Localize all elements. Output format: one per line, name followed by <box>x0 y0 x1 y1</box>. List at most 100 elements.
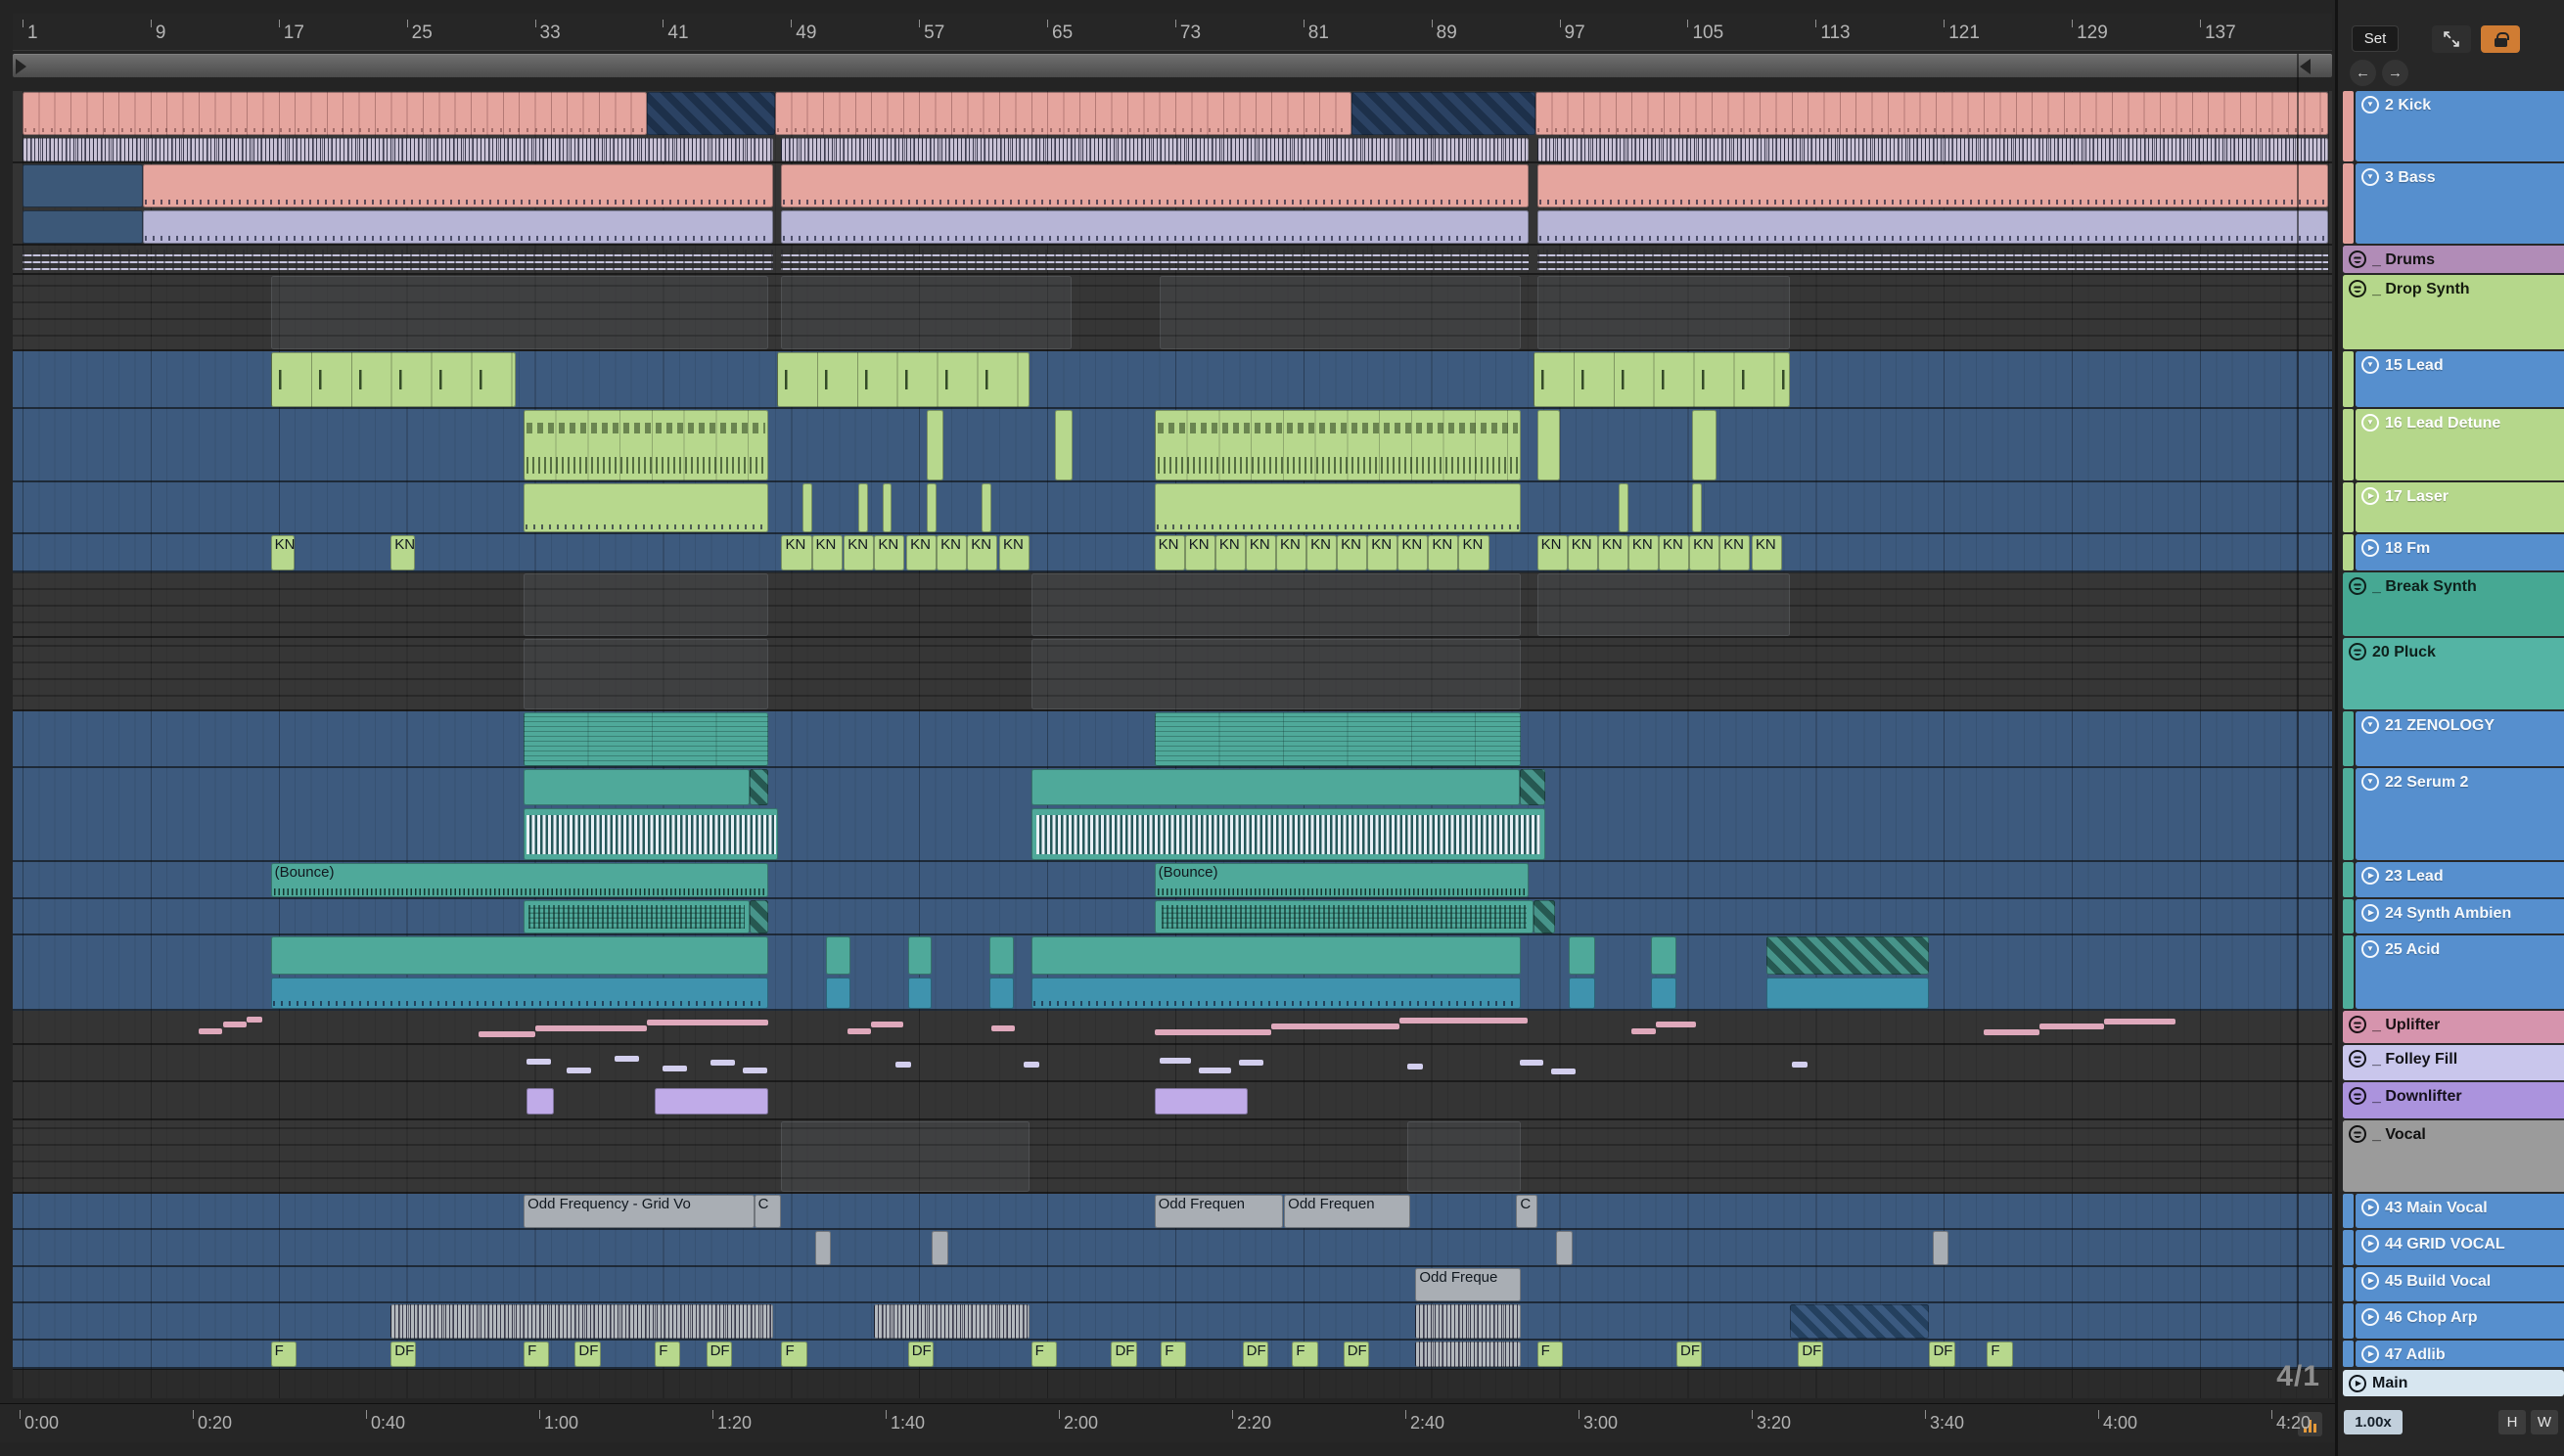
clip[interactable]: DF <box>1675 1342 1703 1367</box>
clip[interactable]: KN <box>390 535 415 570</box>
bar-ruler[interactable]: 1 9 17 25 33 41 49 57 65 73 81 89 97 105 113 121 129 137 <box>13 14 2332 51</box>
clip[interactable] <box>1154 1029 1272 1036</box>
clip[interactable]: KN <box>874 535 905 570</box>
clip[interactable] <box>1535 92 2328 135</box>
clip[interactable]: KN <box>937 535 968 570</box>
clip[interactable] <box>1765 936 1930 976</box>
clip[interactable]: Odd Frequen <box>1154 1195 1283 1228</box>
clip[interactable] <box>1415 1342 1522 1367</box>
clip[interactable]: KN <box>906 535 938 570</box>
clip[interactable]: F <box>524 1342 550 1367</box>
track-header-downlifter[interactable]: _ Downlifter <box>2343 1082 2564 1118</box>
group-icon[interactable] <box>2349 1087 2366 1105</box>
group-icon[interactable] <box>2349 643 2366 660</box>
clip[interactable] <box>1415 1304 1522 1339</box>
clip[interactable] <box>1199 1067 1232 1073</box>
track-header-build-vocal-45[interactable]: ▶ 45 Build Vocal <box>2356 1267 2564 1301</box>
clip[interactable] <box>647 92 775 135</box>
track-lane-lead-23[interactable]: (Bounce) (Bounce) <box>13 862 2332 899</box>
clip[interactable] <box>1692 410 1717 480</box>
clip[interactable] <box>749 900 769 933</box>
clip[interactable] <box>882 483 893 532</box>
main-track-lane[interactable]: 4/1 <box>13 1360 2332 1398</box>
clip[interactable] <box>663 1065 687 1071</box>
clip[interactable] <box>1055 410 1074 480</box>
group-icon[interactable] <box>2349 280 2366 297</box>
clip[interactable] <box>814 1231 832 1265</box>
clip[interactable] <box>857 483 868 532</box>
group-icon[interactable] <box>2349 250 2366 268</box>
clip[interactable] <box>1556 1231 1573 1265</box>
loop-end-marker[interactable] <box>2300 59 2311 74</box>
track-header-zenology-21[interactable]: ▼ 21 ZENOLOGY <box>2356 711 2564 766</box>
clip[interactable]: Odd Freque <box>1415 1268 1522 1301</box>
clip[interactable]: C <box>1516 1195 1537 1228</box>
clip[interactable]: DF <box>1929 1342 1955 1367</box>
clip[interactable]: KN <box>1689 535 1720 570</box>
clip[interactable] <box>1239 1060 1263 1067</box>
play-icon[interactable]: ▶ <box>2361 487 2379 505</box>
fold-icon[interactable]: ▼ <box>2361 773 2379 791</box>
clip[interactable] <box>781 1121 1030 1192</box>
clip[interactable] <box>989 978 1014 1009</box>
track-lane-synth-ambient-24[interactable] <box>13 899 2332 935</box>
clip[interactable]: KN <box>1719 535 1751 570</box>
clip[interactable]: DF <box>1343 1342 1369 1367</box>
clip[interactable] <box>524 769 750 806</box>
track-header-kick[interactable]: ▼ 2 Kick <box>2356 91 2564 161</box>
clip[interactable] <box>1398 1018 1528 1024</box>
clip[interactable]: KN <box>1184 535 1215 570</box>
clip[interactable] <box>989 936 1014 976</box>
clip[interactable]: KN <box>1337 535 1368 570</box>
back-button[interactable]: ← <box>2350 60 2376 86</box>
clip[interactable]: F <box>1987 1342 2013 1367</box>
clip[interactable] <box>894 1062 911 1069</box>
clip[interactable] <box>1551 1068 1576 1074</box>
track-header-acid-25[interactable]: ▼ 25 Acid <box>2356 935 2564 1009</box>
track-header-adlib-47[interactable]: ▶ 47 Adlib <box>2356 1341 2564 1367</box>
track-header-serum-22[interactable]: ▼ 22 Serum 2 <box>2356 768 2564 860</box>
clip[interactable] <box>23 137 774 161</box>
clip[interactable]: DF <box>1798 1342 1824 1367</box>
clip[interactable] <box>871 1021 903 1027</box>
clip[interactable] <box>847 1027 872 1034</box>
clip[interactable]: Odd Frequency - Grid Vo <box>524 1195 755 1228</box>
clip[interactable]: KN <box>998 535 1030 570</box>
clip[interactable] <box>907 936 933 976</box>
clip[interactable] <box>1030 639 1522 709</box>
clip[interactable]: Odd Frequen <box>1284 1195 1411 1228</box>
clip[interactable] <box>1536 210 2328 244</box>
clip[interactable]: KN <box>1567 535 1598 570</box>
clip[interactable] <box>1519 1060 1544 1067</box>
clip[interactable] <box>1154 1087 1248 1115</box>
track-lane-fm-18[interactable]: KN KN KN KN KN KN KN KN KN KN KN KN KN KN KN KN KN KN KN KN… <box>13 534 2332 572</box>
clip[interactable] <box>270 352 516 407</box>
clip[interactable] <box>990 1024 1016 1031</box>
clip[interactable]: KN <box>1306 535 1338 570</box>
track-header-drop-synth[interactable]: _ Drop Synth <box>2343 275 2564 349</box>
clip[interactable] <box>142 210 774 244</box>
group-icon[interactable] <box>2349 1050 2366 1068</box>
clip[interactable] <box>1534 352 1791 407</box>
clip[interactable] <box>567 1067 591 1073</box>
play-icon[interactable]: ▶ <box>2361 867 2379 885</box>
play-icon[interactable]: ▶ <box>2361 539 2379 557</box>
time-ruler[interactable]: 0:00 0:20 0:40 1:00 1:20 1:40 2:00 2:20 2:40 3:00… <box>0 1403 2335 1442</box>
track-lane-vocal[interactable] <box>13 1120 2332 1194</box>
clip[interactable] <box>1932 1231 1949 1265</box>
track-header-grid-vocal-44[interactable]: ▶ 44 GRID VOCAL <box>2356 1230 2564 1265</box>
clip[interactable] <box>932 1231 948 1265</box>
clip[interactable] <box>524 410 769 480</box>
clip[interactable] <box>1030 808 1545 860</box>
clip[interactable]: KN <box>270 535 295 570</box>
clip[interactable] <box>710 1060 735 1067</box>
clip[interactable] <box>2103 1018 2176 1024</box>
clip[interactable] <box>524 639 769 709</box>
clip[interactable] <box>524 483 769 532</box>
play-icon[interactable]: ▶ <box>2361 1308 2379 1326</box>
fold-icon[interactable]: ▼ <box>2361 414 2379 432</box>
clip[interactable] <box>1631 1027 1656 1034</box>
track-lane-uplifter[interactable] <box>13 1011 2332 1045</box>
track-lane-lead-detune-16[interactable] <box>13 409 2332 482</box>
track-lane-downlifter[interactable] <box>13 1082 2332 1120</box>
